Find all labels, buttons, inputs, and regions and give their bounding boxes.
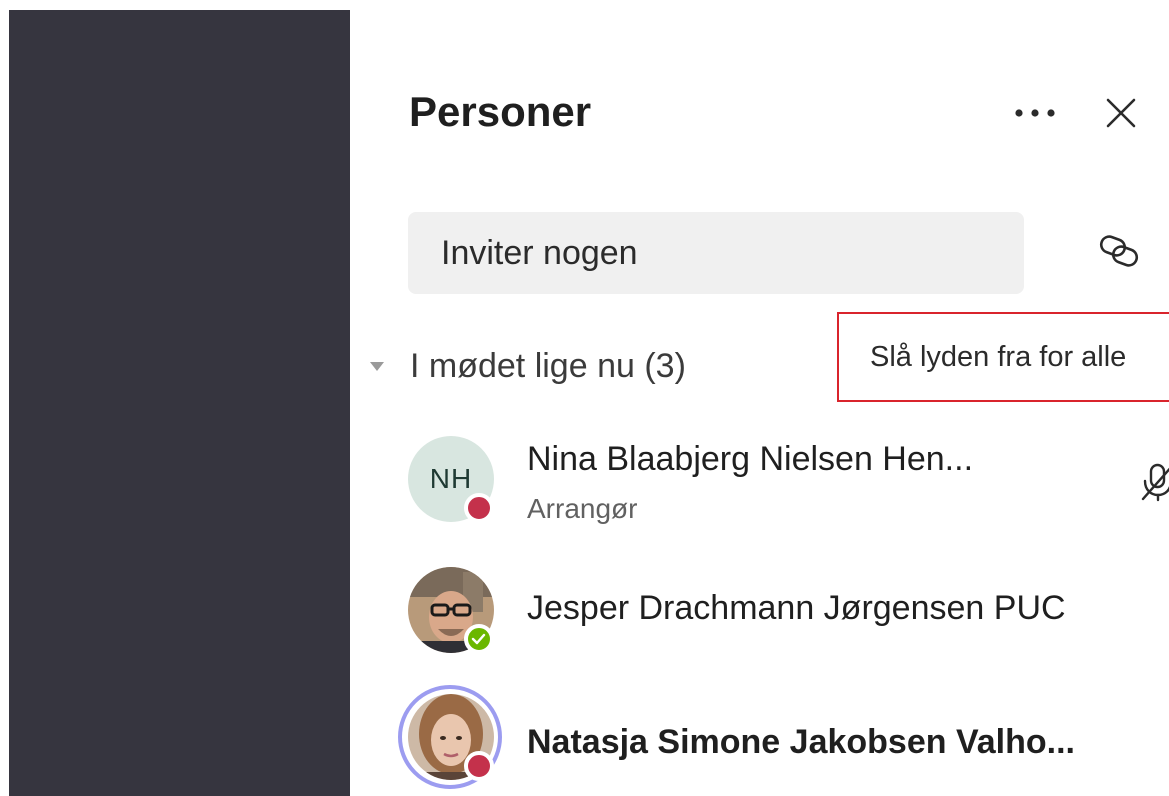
section-in-meeting-toggle[interactable]: I mødet lige nu (3) (370, 338, 686, 394)
more-options-button[interactable] (1010, 95, 1060, 131)
close-icon (1106, 98, 1136, 128)
close-button[interactable] (1098, 90, 1144, 136)
more-horizontal-icon (1015, 109, 1055, 117)
section-label: I mødet lige nu (3) (410, 346, 686, 385)
caret-down-icon (370, 338, 384, 394)
mute-all-button[interactable]: Slå lyden fra for alle (837, 312, 1169, 402)
mic-off-icon (1141, 463, 1169, 502)
panel-title: Personer (409, 88, 592, 135)
people-panel: Personer Inviter nogen I mødet lige nu (… (350, 0, 1169, 796)
participant-name: Jesper Drachmann Jørgensen PUC (527, 589, 1066, 627)
meeting-stage (9, 10, 350, 796)
status-busy-icon (464, 751, 494, 781)
participant-role: Arrangør (527, 493, 638, 524)
participant-name: Natasja Simone Jakobsen Valho... (527, 723, 1075, 761)
teams-window: Personer Inviter nogen I mødet lige nu (… (0, 0, 1169, 796)
participant-row[interactable]: Natasja Simone Jakobsen Valho... (398, 680, 1158, 790)
mute-all-label: Slå lyden fra for alle (870, 340, 1127, 373)
status-available-icon (464, 624, 494, 654)
mic-muted-button[interactable] (1135, 459, 1169, 505)
copy-join-link-button[interactable] (1094, 226, 1144, 276)
participant-name: Nina Blaabjerg Nielsen Hen... (527, 440, 974, 478)
status-busy-icon (464, 493, 494, 523)
avatar-initials: NH (429, 463, 473, 494)
participant-row[interactable]: Jesper Drachmann Jørgensen PUC (398, 553, 1158, 663)
invite-input[interactable]: Inviter nogen (408, 212, 1024, 294)
link-icon (1099, 235, 1139, 267)
participant-row[interactable]: NH Nina Blaabjerg Nielsen Hen... Arrangø… (398, 424, 1169, 534)
invite-placeholder: Inviter nogen (441, 233, 638, 272)
